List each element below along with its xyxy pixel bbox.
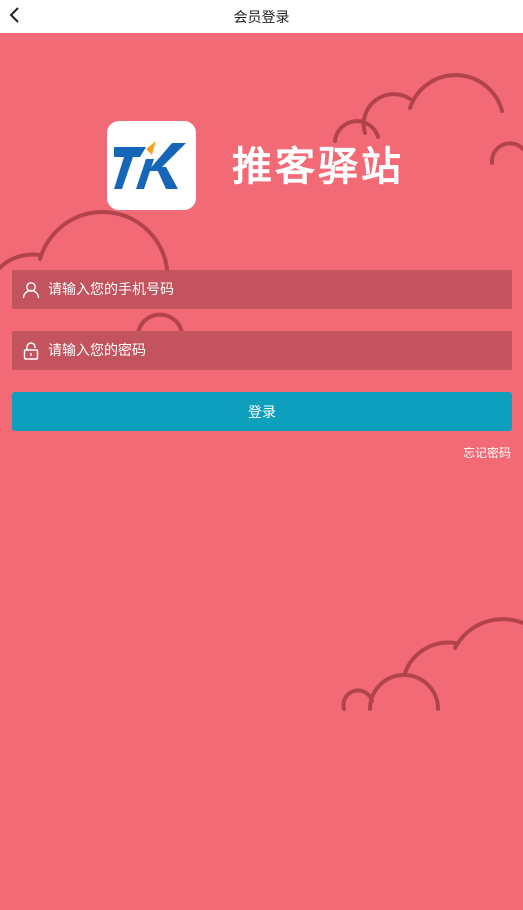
k-logo-icon — [113, 140, 186, 189]
phone-field[interactable] — [12, 270, 512, 309]
lock-icon — [21, 341, 41, 361]
forgot-password-link[interactable]: 忘记密码 — [463, 444, 511, 461]
brand-name: 推客驿站 — [232, 144, 404, 190]
phone-input[interactable] — [48, 270, 512, 309]
chevron-left-icon — [9, 7, 19, 23]
page-title: 会员登录 — [233, 9, 290, 26]
login-screen: 推客驿站 登录 忘记密码 — [0, 33, 523, 910]
password-field[interactable] — [12, 331, 512, 370]
nav-bar: 会员登录 — [0, 0, 523, 33]
password-input[interactable] — [48, 331, 512, 370]
app-logo — [107, 121, 196, 210]
login-button[interactable]: 登录 — [12, 392, 512, 431]
back-button[interactable] — [4, 2, 26, 28]
user-icon — [21, 280, 41, 300]
